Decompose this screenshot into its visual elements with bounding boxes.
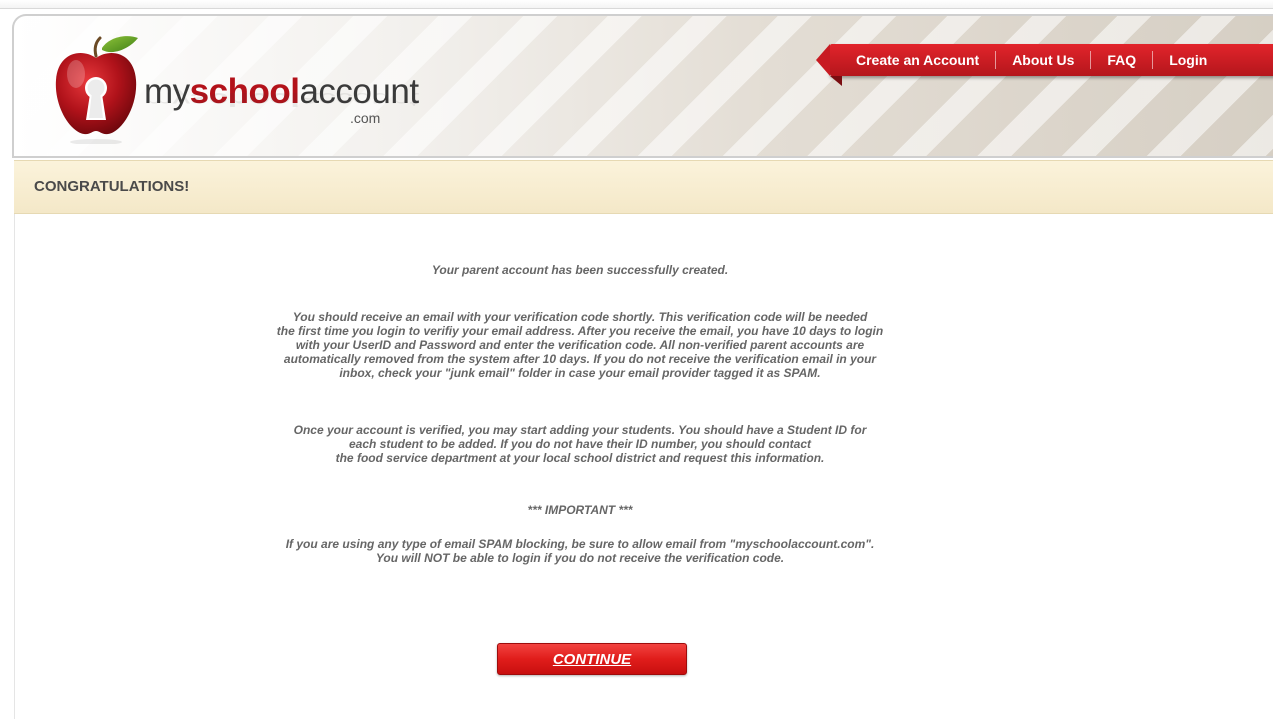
continue-button-label: CONTINUE [552,650,632,668]
page-title-bar: CONGRATULATIONS! [14,160,1273,214]
continue-button[interactable]: CONTINUE [497,643,687,675]
text-line: the food service department at your loca… [335,451,825,465]
text-line: Once your account is verified, you may s… [293,423,867,437]
success-message: Your parent account has been successfull… [431,263,729,277]
apple-keyhole-icon [55,36,138,144]
page-title: CONGRATULATIONS! [34,178,190,195]
site-logo[interactable]: myschoolaccount myschoolaccount .com [52,34,419,144]
logo-wordmark-reflection: myschoolaccount [144,88,419,110]
nav-login[interactable]: Login [1169,52,1207,68]
text-line: the first time you login to verifiy your… [276,324,884,338]
text-line: each student to be added. If you do not … [348,437,812,451]
browser-top-edge [0,0,1273,9]
text-line: You will NOT be able to login if you do … [375,551,785,565]
main-nav: Create an Account About Us FAQ Login [816,44,1273,76]
site-header: myschoolaccount myschoolaccount .com [12,14,1273,158]
text-line: with your UserID and Password and enter … [295,338,865,352]
nav-ribbon-fold [830,76,842,86]
students-paragraph: Once your account is verified, you may s… [0,423,1160,465]
text-line: You should receive an email with your ve… [292,310,868,324]
logo-domain: .com [350,110,381,126]
nav-divider [995,51,997,69]
nav-divider [1090,51,1092,69]
important-paragraph: If you are using any type of email SPAM … [0,537,1160,565]
important-heading: *** IMPORTANT *** [527,503,633,517]
nav-faq[interactable]: FAQ [1107,52,1136,68]
nav-about-us[interactable]: About Us [1012,52,1074,68]
text-line: automatically removed from the system af… [283,352,877,366]
text-line: inbox, check your "junk email" folder in… [339,366,821,380]
nav-create-account[interactable]: Create an Account [856,52,979,68]
nav-divider [1152,51,1154,69]
text-line: If you are using any type of email SPAM … [285,537,875,551]
verification-paragraph: You should receive an email with your ve… [0,310,1160,380]
page: myschoolaccount myschoolaccount .com Cre… [0,0,1273,719]
